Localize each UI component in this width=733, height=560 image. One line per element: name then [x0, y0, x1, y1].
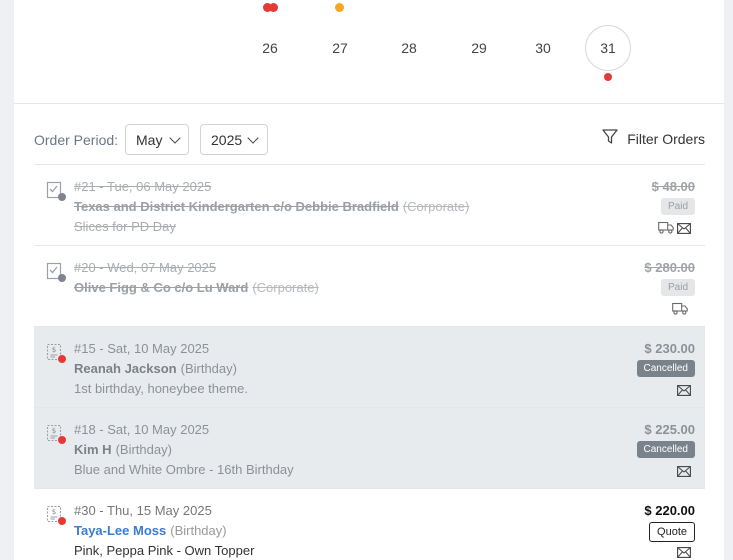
- status-badge: Quote: [649, 522, 695, 542]
- customer-name[interactable]: Taya-Lee Moss: [74, 523, 166, 538]
- filter-orders-label: Filter Orders: [627, 131, 705, 147]
- order-price: $ 280.00: [644, 260, 695, 275]
- order-list: #21 - Tue, 06 May 2025 Texas and District…: [34, 164, 705, 560]
- order-period-label: Order Period:: [34, 132, 119, 148]
- customer-name: Reanah Jackson: [74, 361, 177, 376]
- status-dot: [58, 517, 66, 525]
- calendar-day-30[interactable]: 30: [523, 40, 563, 56]
- month-value: May: [136, 132, 163, 148]
- filter-orders-button[interactable]: Filter Orders: [602, 124, 705, 155]
- order-actions: [658, 221, 691, 235]
- customer-name: Texas and District Kindergarten c/o Debb…: [74, 199, 399, 214]
- order-type: (Corporate): [402, 199, 470, 214]
- order-header: #20 - Wed, 07 May 2025: [74, 260, 217, 275]
- chevron-down-icon: [247, 132, 259, 144]
- event-dot-red: [269, 3, 278, 12]
- order-row[interactable]: $ #15 - Sat, 10 May 2025 Reanah Jackson (Bi…: [34, 326, 705, 407]
- status-dot: [58, 193, 66, 201]
- svg-text:$: $: [52, 508, 56, 516]
- order-header: #21 - Tue, 06 May 2025: [74, 179, 212, 194]
- order-actions: [672, 302, 691, 316]
- order-price: $ 230.00: [644, 341, 695, 356]
- order-note: Pink, Peppa Pink - Own Topper: [74, 543, 255, 558]
- calendar-strip: 26 27 28 29 30 31: [14, 0, 724, 104]
- month-select[interactable]: May: [125, 124, 189, 155]
- calendar-day-29[interactable]: 29: [459, 40, 499, 56]
- year-value: 2025: [211, 132, 243, 148]
- customer-name: Olive Figg & Co c/o Lu Ward: [74, 280, 249, 295]
- order-header: #18 - Sat, 10 May 2025: [74, 422, 210, 437]
- status-dot: [58, 436, 66, 444]
- order-row[interactable]: $ #18 - Sat, 10 May 2025 Kim H (Birthday) Bl…: [34, 407, 705, 488]
- order-row[interactable]: $ #30 - Thu, 15 May 2025 Taya-Lee Moss (Bir…: [34, 488, 705, 560]
- order-price: $ 48.00: [651, 179, 695, 194]
- email-icon[interactable]: [677, 221, 691, 238]
- filter-icon: [602, 129, 618, 144]
- order-header: #30 - Thu, 15 May 2025: [74, 503, 212, 518]
- order-note: 1st birthday, honeybee theme.: [74, 381, 248, 396]
- svg-text:$: $: [52, 427, 56, 435]
- status-badge: Paid: [660, 198, 695, 215]
- calendar-day-28[interactable]: 28: [389, 40, 429, 56]
- order-toolbar: Order Period: May 2025 Filter Orders: [34, 124, 705, 156]
- order-price: $ 220.00: [644, 503, 695, 518]
- delivery-truck-icon[interactable]: [658, 221, 674, 238]
- order-customer-line: Taya-Lee Moss (Birthday): [74, 523, 227, 538]
- status-dot: [58, 355, 66, 363]
- svg-text:$: $: [52, 346, 56, 354]
- order-price: $ 225.00: [644, 422, 695, 437]
- order-header: #15 - Sat, 10 May 2025: [74, 341, 210, 356]
- order-row[interactable]: #21 - Tue, 06 May 2025 Texas and District…: [34, 164, 705, 245]
- order-note: Slices for PD Day: [74, 219, 176, 234]
- order-customer-line: Kim H (Birthday): [74, 442, 172, 457]
- chevron-down-icon: [169, 132, 181, 144]
- email-icon[interactable]: [677, 545, 691, 560]
- calendar-day-27[interactable]: 27: [320, 40, 360, 56]
- status-badge: Cancelled: [636, 441, 695, 458]
- order-customer-line: Olive Figg & Co c/o Lu Ward (Corporate): [74, 280, 319, 295]
- orders-card: 26 27 28 29 30 31 Order Period: May 2025…: [14, 0, 724, 560]
- order-customer-line: Reanah Jackson (Birthday): [74, 361, 237, 376]
- calendar-day-26[interactable]: 26: [250, 40, 290, 56]
- order-actions: [677, 464, 691, 478]
- email-icon[interactable]: [677, 464, 691, 481]
- order-type: (Birthday): [170, 523, 227, 538]
- order-type: (Corporate): [252, 280, 319, 295]
- status-dot: [58, 274, 66, 282]
- status-badge: Paid: [660, 279, 695, 296]
- status-badge: Cancelled: [636, 360, 695, 377]
- customer-name: Kim H: [74, 442, 112, 457]
- order-type: (Birthday): [180, 361, 237, 376]
- order-actions: [677, 383, 691, 397]
- event-dot-orange: [335, 3, 344, 12]
- event-dot-red: [604, 73, 612, 81]
- order-note: Blue and White Ombre - 16th Birthday: [74, 462, 294, 477]
- email-icon[interactable]: [677, 383, 691, 400]
- delivery-truck-icon[interactable]: [672, 302, 688, 319]
- calendar-day-31[interactable]: 31: [588, 40, 628, 56]
- order-row[interactable]: #20 - Wed, 07 May 2025 Olive Figg & Co c/…: [34, 245, 705, 326]
- year-select[interactable]: 2025: [200, 124, 268, 155]
- order-type: (Birthday): [115, 442, 172, 457]
- order-actions: [677, 545, 691, 559]
- order-customer-line: Texas and District Kindergarten c/o Debb…: [74, 199, 469, 214]
